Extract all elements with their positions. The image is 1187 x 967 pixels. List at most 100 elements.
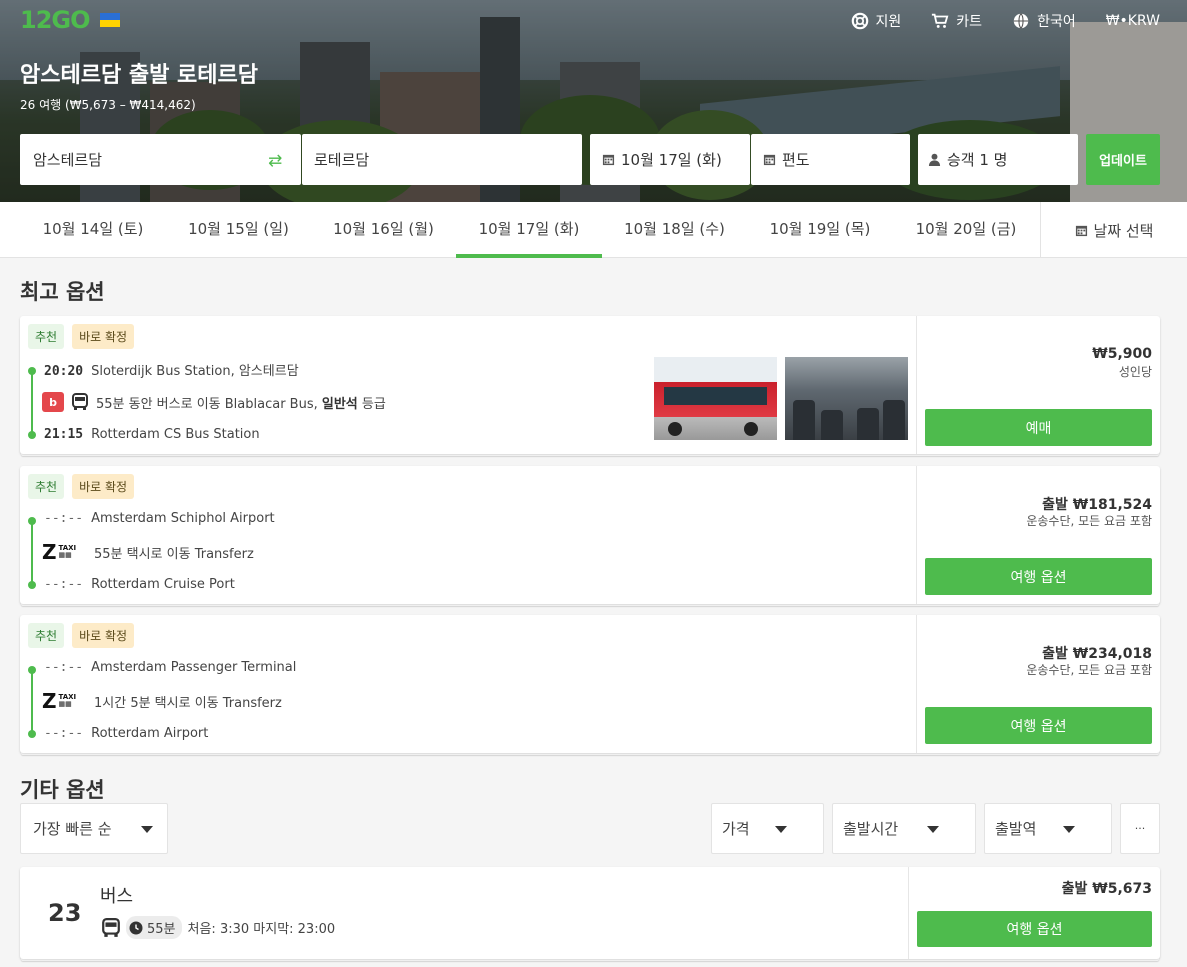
book-button[interactable]: 예매 <box>925 409 1152 446</box>
bus-icon <box>72 393 88 410</box>
departure-time: --:-- <box>44 511 84 526</box>
departure-time-filter[interactable]: 출발시간 <box>832 803 976 854</box>
swap-icon[interactable]: ⇄ <box>268 151 282 171</box>
chevron-down-icon <box>141 826 153 833</box>
trip-options-button[interactable]: 여행 옵션 <box>917 911 1152 947</box>
departure-time-filter-label: 출발시간 <box>843 820 899 838</box>
top-nav: 지원 카트 한국어 ₩•KRW <box>851 11 1160 31</box>
return-date-field[interactable]: 편도 <box>751 134 910 185</box>
departure-stop: 20:20 Sloterdijk Bus Station, 암스테르담 <box>44 360 299 379</box>
date-tab[interactable]: 10월 16일 (월) <box>311 202 456 258</box>
date-tab-active[interactable]: 10월 17일 (화) <box>456 202 602 258</box>
passengers-value: 승객 1 명 <box>947 151 1008 169</box>
calendar-icon <box>763 153 776 166</box>
bus-interior-photo[interactable] <box>785 357 908 440</box>
more-icon: ··· <box>1134 822 1146 835</box>
logo[interactable]: 12GO <box>20 6 120 34</box>
duration-badge: 55분 <box>126 916 182 939</box>
destination-field[interactable]: 로테르담 <box>302 134 582 185</box>
arrival-station: Rotterdam CS Bus Station <box>91 427 260 442</box>
trip-price: 출발 ₩234,018 <box>1042 646 1152 662</box>
duration-value: 55분 <box>147 922 176 937</box>
sort-select[interactable]: 가장 빠른 순 <box>20 803 168 854</box>
departure-date-field[interactable]: 10월 17일 (화) <box>590 134 750 185</box>
group-price: 출발 ₩5,673 <box>1061 881 1152 897</box>
arrival-stop: --:-- Rotterdam Airport <box>44 726 208 741</box>
currency-label: ₩•KRW <box>1105 13 1160 29</box>
cart-link[interactable]: 카트 <box>931 11 982 31</box>
support-link[interactable]: 지원 <box>851 11 902 31</box>
other-options-title: 기타 옵션 <box>20 778 105 802</box>
more-filters-button[interactable]: ··· <box>1120 803 1160 854</box>
arrival-stop: --:-- Rotterdam Cruise Port <box>44 577 235 592</box>
transferz-taxi-logo-icon: Z TAXI ▦▦ <box>42 689 77 713</box>
currency-selector[interactable]: ₩•KRW <box>1106 13 1160 29</box>
support-label: 지원 <box>875 14 902 30</box>
departure-station-filter[interactable]: 출발역 <box>984 803 1112 854</box>
trip-price: 출발 ₩181,524 <box>1042 497 1152 513</box>
recommended-badge: 추천 <box>28 474 65 499</box>
price-note: 운송수단, 모든 요금 포함 <box>1026 663 1152 677</box>
trip-leg: Z TAXI ▦▦ 55분 택시로 이동 Transferz <box>42 540 254 564</box>
instant-confirm-badge: 바로 확정 <box>72 324 135 349</box>
departure-station: Amsterdam Schiphol Airport <box>91 511 275 526</box>
trip-options-button[interactable]: 여행 옵션 <box>925 707 1152 744</box>
trip-leg: Z TAXI ▦▦ 1시간 5분 택시로 이동 Transferz <box>42 689 282 713</box>
destination-value: 로테르담 <box>314 151 370 169</box>
arrival-time: --:-- <box>44 726 84 741</box>
date-tab[interactable]: 10월 18일 (수) <box>602 202 747 258</box>
cart-icon <box>932 13 949 28</box>
origin-value: 암스테르담 <box>33 151 103 169</box>
update-button[interactable]: 업데이트 <box>1086 134 1160 185</box>
blablacar-logo-icon: b <box>42 392 64 412</box>
price-filter-label: 가격 <box>722 820 750 838</box>
departure-date-value: 10월 17일 (화) <box>621 151 722 169</box>
arrival-station: Rotterdam Cruise Port <box>91 577 235 592</box>
price-filter[interactable]: 가격 <box>711 803 824 854</box>
bus-icon <box>102 917 120 937</box>
price-note: 성인당 <box>1118 365 1152 379</box>
sort-value: 가장 빠른 순 <box>33 820 112 838</box>
trip-card[interactable]: 추천 바로 확정 20:20 Sloterdijk Bus Station, 암스… <box>20 316 1160 454</box>
transport-group-card[interactable]: 23 버스 55분 처음: 3:30 마지막: 23:00 출발 ₩5,673 … <box>20 867 1160 959</box>
logo-text: 12GO <box>20 6 90 34</box>
trip-count: 23 <box>48 899 82 927</box>
clock-icon <box>129 921 143 934</box>
trip-card[interactable]: 추천 바로 확정 --:-- Amsterdam Passenger Termin… <box>20 615 1160 753</box>
best-options-title: 최고 옵션 <box>20 280 105 304</box>
calendar-icon <box>1075 225 1087 236</box>
return-date-value: 편도 <box>782 151 810 169</box>
date-tab[interactable]: 10월 15일 (일) <box>166 202 311 258</box>
lifebuoy-icon <box>851 12 868 30</box>
origin-field[interactable]: 암스테르담 <box>20 134 301 185</box>
leg-description: 55분 동안 버스로 이동 Blablacar Bus, <box>96 396 318 412</box>
seat-class-suffix: 등급 <box>361 396 386 412</box>
chevron-down-icon <box>775 826 787 833</box>
ukraine-flag-icon <box>99 13 120 27</box>
language-selector[interactable]: 한국어 <box>1012 11 1076 31</box>
date-tab[interactable]: 10월 19일 (목) <box>747 202 893 258</box>
date-tab[interactable]: 10월 14일 (토) <box>20 202 166 258</box>
chevron-down-icon <box>1063 826 1075 833</box>
schedule-range: 처음: 3:30 마지막: 23:00 <box>187 922 336 937</box>
bus-exterior-photo[interactable] <box>654 357 777 440</box>
instant-confirm-badge: 바로 확정 <box>72 474 135 499</box>
trip-price: ₩5,900 <box>1092 346 1152 362</box>
departure-stop: --:-- Amsterdam Passenger Terminal <box>44 660 296 675</box>
leg-description: 1시간 5분 택시로 이동 Transferz <box>94 695 282 711</box>
trip-leg: b 55분 동안 버스로 이동 Blablacar Bus, 일반석 등급 <box>42 392 386 412</box>
arrival-time: --:-- <box>44 577 84 592</box>
seat-class: 일반석 <box>321 396 358 412</box>
calendar-icon <box>602 153 615 166</box>
trip-card[interactable]: 추천 바로 확정 --:-- Amsterdam Schiphol Airport… <box>20 466 1160 604</box>
leg-description: 55분 택시로 이동 Transferz <box>94 546 254 562</box>
language-label: 한국어 <box>1037 14 1076 30</box>
date-picker-button[interactable]: 날짜 선택 <box>1040 202 1187 258</box>
arrival-stop: 21:15 Rotterdam CS Bus Station <box>44 427 260 442</box>
passengers-field[interactable]: 승객 1 명 <box>918 134 1078 185</box>
date-tab[interactable]: 10월 20일 (금) <box>893 202 1039 258</box>
arrival-time: 21:15 <box>44 427 84 442</box>
instant-confirm-badge: 바로 확정 <box>72 623 135 648</box>
departure-time: 20:20 <box>44 364 84 379</box>
trip-options-button[interactable]: 여행 옵션 <box>925 558 1152 595</box>
